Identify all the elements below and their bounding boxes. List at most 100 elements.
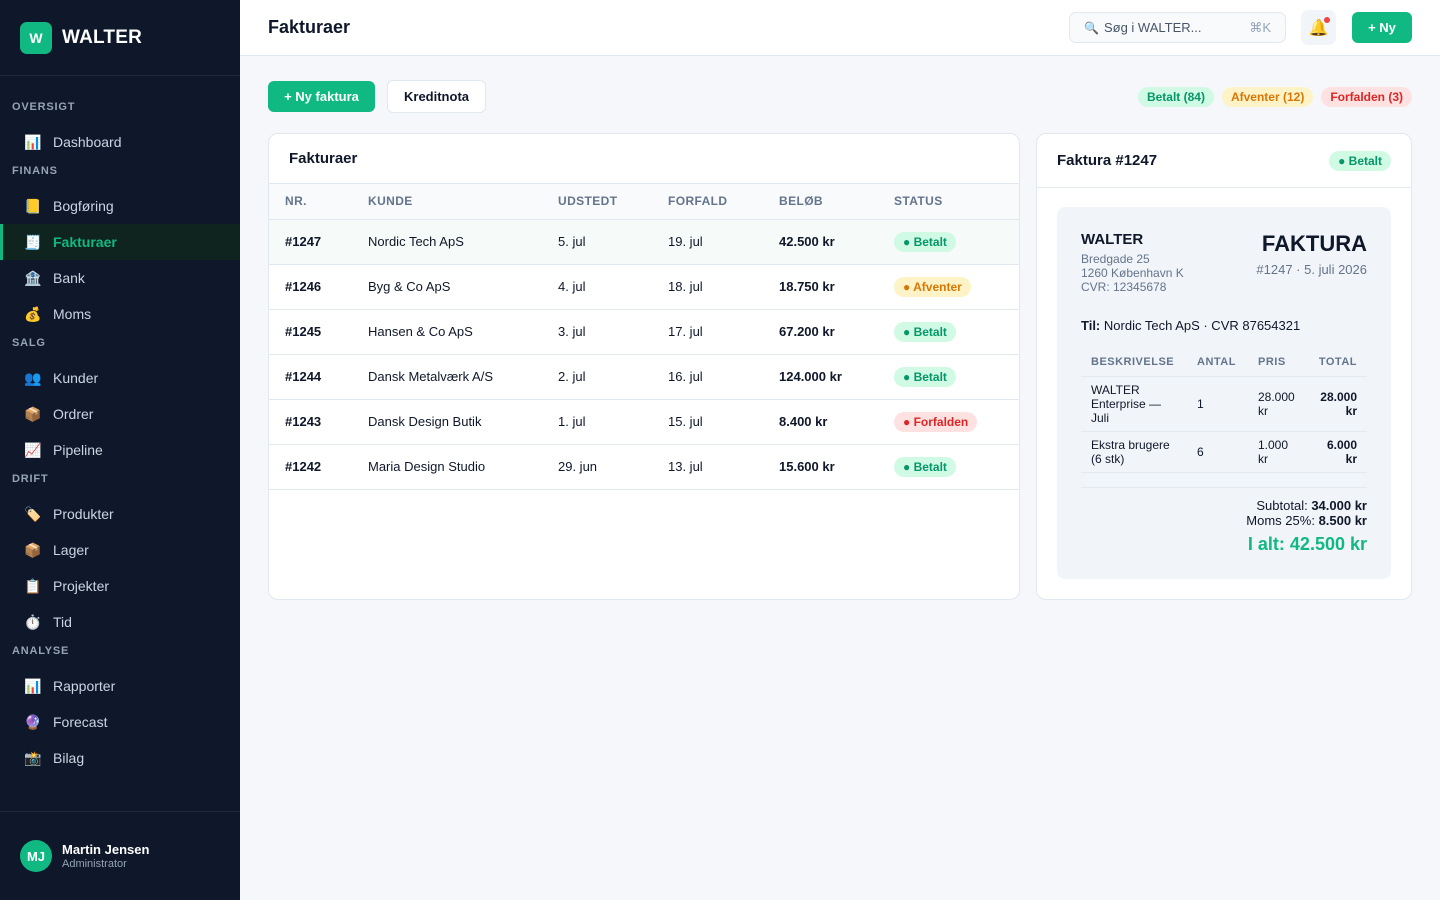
search-icon: 🔍 — [1084, 20, 1099, 35]
tag-icon: 🏷️ — [24, 505, 42, 522]
column-header-issued[interactable]: UDSTEDT — [558, 184, 668, 219]
sidebar-section-title: FINANS — [12, 165, 58, 177]
invoice-number: #1244 — [285, 369, 322, 384]
package-icon: 📦 — [24, 405, 42, 422]
sidebar-item-lager[interactable]: 📦 Lager — [0, 532, 240, 568]
invoice-detail-card: Faktura #1247 ● Betalt WALTER Bredgade 2… — [1036, 133, 1412, 600]
table-row[interactable]: #1243 Dansk Design Butik 1. jul 15. jul 8.40… — [269, 399, 1019, 444]
ledger-icon: 📒 — [24, 197, 42, 214]
status-badge: ● Afventer — [894, 276, 971, 297]
status-cell: ● Betalt — [894, 444, 1019, 489]
invoice-number: #1246 — [285, 279, 322, 294]
invoice-number: #1245 — [285, 324, 322, 339]
invoice-number: #1247 — [285, 234, 322, 249]
sidebar-item-forecast[interactable]: 🔮 Forecast — [0, 704, 240, 740]
invoice-table: NR. KUNDE UDSTEDT FORFALD BELØB STATUS #… — [269, 184, 1019, 490]
subtotal-label: Subtotal: — [1256, 498, 1308, 513]
sidebar-item-label: Ordrer — [53, 406, 94, 422]
sidebar-item-bogføring[interactable]: 📒 Bogføring — [0, 188, 240, 224]
sidebar-item-bilag[interactable]: 📸 Bilag — [0, 740, 240, 776]
line-items-table: BESKRIVELSE ANTAL PRIS TOTAL WALTER Ente… — [1081, 348, 1367, 473]
column-header-customer[interactable]: KUNDE — [368, 184, 558, 219]
sender-name: WALTER — [1081, 231, 1144, 248]
sidebar-item-moms[interactable]: 💰 Moms — [0, 296, 240, 332]
topbar: Fakturaer 🔍 Søg i WALTER... ⌘K 🔔 + Ny — [240, 0, 1440, 56]
line-total: 6.000 kr — [1306, 431, 1367, 473]
table-row[interactable]: #1244 Dansk Metalværk A/S 2. jul 16. jul 124… — [269, 354, 1019, 399]
column-header-status[interactable]: STATUS — [894, 184, 1019, 219]
sidebar-item-tid[interactable]: ⏱️ Tid — [0, 604, 240, 640]
sender-address-line1: Bredgade 25 — [1081, 252, 1150, 266]
detail-title: Faktura #1247 — [1057, 152, 1158, 169]
column-header-amount[interactable]: BELØB — [779, 184, 894, 219]
line-description: WALTER Enterprise — Juli — [1081, 376, 1187, 432]
credit-note-button[interactable]: Kreditnota — [387, 80, 486, 113]
vat-value: 8.500 kr — [1318, 513, 1367, 528]
line-price: 1.000 kr — [1248, 431, 1306, 473]
issued-date: 5. jul — [558, 234, 586, 249]
line-item: WALTER Enterprise — Juli 1 28.000 kr 28.000… — [1081, 376, 1367, 432]
due-date: 17. jul — [668, 324, 703, 339]
line-header-description: BESKRIVELSE — [1081, 348, 1187, 377]
new-invoice-button[interactable]: + Ny faktura — [268, 81, 375, 112]
column-header-nr[interactable]: NR. — [269, 184, 368, 219]
column-header-due[interactable]: FORFALD — [668, 184, 779, 219]
issued-date: 1. jul — [558, 414, 586, 429]
document-title: FAKTURA — [1261, 231, 1367, 256]
document-header: FAKTURA #1247 · 5. juli 2026 — [1256, 231, 1367, 277]
amount: 15.600 kr — [779, 459, 835, 474]
table-row[interactable]: #1246 Byg & Co ApS 4. jul 18. jul 18.750 kr ●… — [269, 264, 1019, 309]
status-cell: ● Forfalden — [894, 399, 1019, 444]
package-icon: 📦 — [24, 541, 42, 558]
clipboard-icon: 📋 — [24, 577, 42, 594]
sidebar-item-dashboard[interactable]: 📊 Dashboard — [0, 124, 240, 160]
issued-date: 3. jul — [558, 324, 586, 339]
status-cell: ● Betalt — [894, 354, 1019, 399]
sidebar-item-pipeline[interactable]: 📈 Pipeline — [0, 432, 240, 468]
sidebar-section-title: ANALYSE — [12, 645, 70, 657]
line-description: Ekstra brugere (6 stk) — [1081, 431, 1187, 473]
invoice-number: #1243 — [285, 414, 322, 429]
filter-overdue[interactable]: Forfalden (3) — [1321, 87, 1412, 107]
status-cell: ● Afventer — [894, 264, 1019, 309]
sidebar-item-produkter[interactable]: 🏷️ Produkter — [0, 496, 240, 532]
table-row[interactable]: #1242 Maria Design Studio 29. jun 13. jul 15… — [269, 444, 1019, 489]
customer-name: Dansk Metalværk A/S — [368, 369, 493, 384]
table-row[interactable]: #1245 Hansen & Co ApS 3. jul 17. jul 67.200 … — [269, 309, 1019, 354]
amount: 8.400 kr — [779, 414, 828, 429]
sidebar-item-kunder[interactable]: 👥 Kunder — [0, 360, 240, 396]
sidebar-item-label: Fakturaer — [53, 234, 117, 250]
sidebar-item-rapporter[interactable]: 📊 Rapporter — [0, 668, 240, 704]
invoice-preview: WALTER Bredgade 25 1260 København K CVR:… — [1057, 207, 1391, 579]
sidebar-item-label: Projekter — [53, 578, 110, 594]
crystal-ball-icon: 🔮 — [24, 713, 42, 730]
customer-name: Hansen & Co ApS — [368, 324, 473, 339]
page-title: Fakturaer — [268, 17, 351, 37]
line-header-price: PRIS — [1248, 348, 1306, 377]
filter-paid[interactable]: Betalt (84) — [1137, 87, 1214, 107]
new-button[interactable]: + Ny — [1352, 12, 1412, 43]
line-header-total: TOTAL — [1306, 348, 1367, 377]
sidebar-item-bank[interactable]: 🏦 Bank — [0, 260, 240, 296]
sidebar-item-label: Lager — [53, 542, 89, 558]
grand-total: I alt: 42.500 kr — [1247, 534, 1367, 554]
notifications-button[interactable]: 🔔 — [1301, 10, 1336, 45]
status-badge: ● Betalt — [894, 366, 956, 387]
camera-icon: 📸 — [24, 749, 42, 766]
status-filters: Betalt (84) Afventer (12) Forfalden (3) — [1137, 87, 1412, 107]
notification-dot — [1324, 17, 1330, 23]
user-profile[interactable]: MJ Martin Jensen Administrator — [0, 811, 240, 900]
sidebar-item-ordrer[interactable]: 📦 Ordrer — [0, 396, 240, 432]
invoice-list-card: Fakturaer NR. KUNDE UDSTEDT FORFALD BELØ… — [268, 133, 1020, 600]
filter-pending[interactable]: Afventer (12) — [1221, 87, 1314, 107]
customer-name: Byg & Co ApS — [368, 279, 451, 294]
invoice-list-title: Fakturaer — [269, 134, 1019, 184]
issued-date: 4. jul — [558, 279, 586, 294]
sidebar-item-fakturaer[interactable]: 🧾 Fakturaer — [0, 224, 240, 260]
status-cell: ● Betalt — [894, 219, 1019, 264]
search-input[interactable]: 🔍 Søg i WALTER... ⌘K — [1069, 12, 1286, 43]
totals-divider — [1081, 487, 1367, 488]
brand[interactable]: W WALTER — [0, 0, 240, 76]
sidebar-item-projekter[interactable]: 📋 Projekter — [0, 568, 240, 604]
table-row[interactable]: #1247 Nordic Tech ApS 5. jul 19. jul 42.500 … — [269, 219, 1019, 264]
